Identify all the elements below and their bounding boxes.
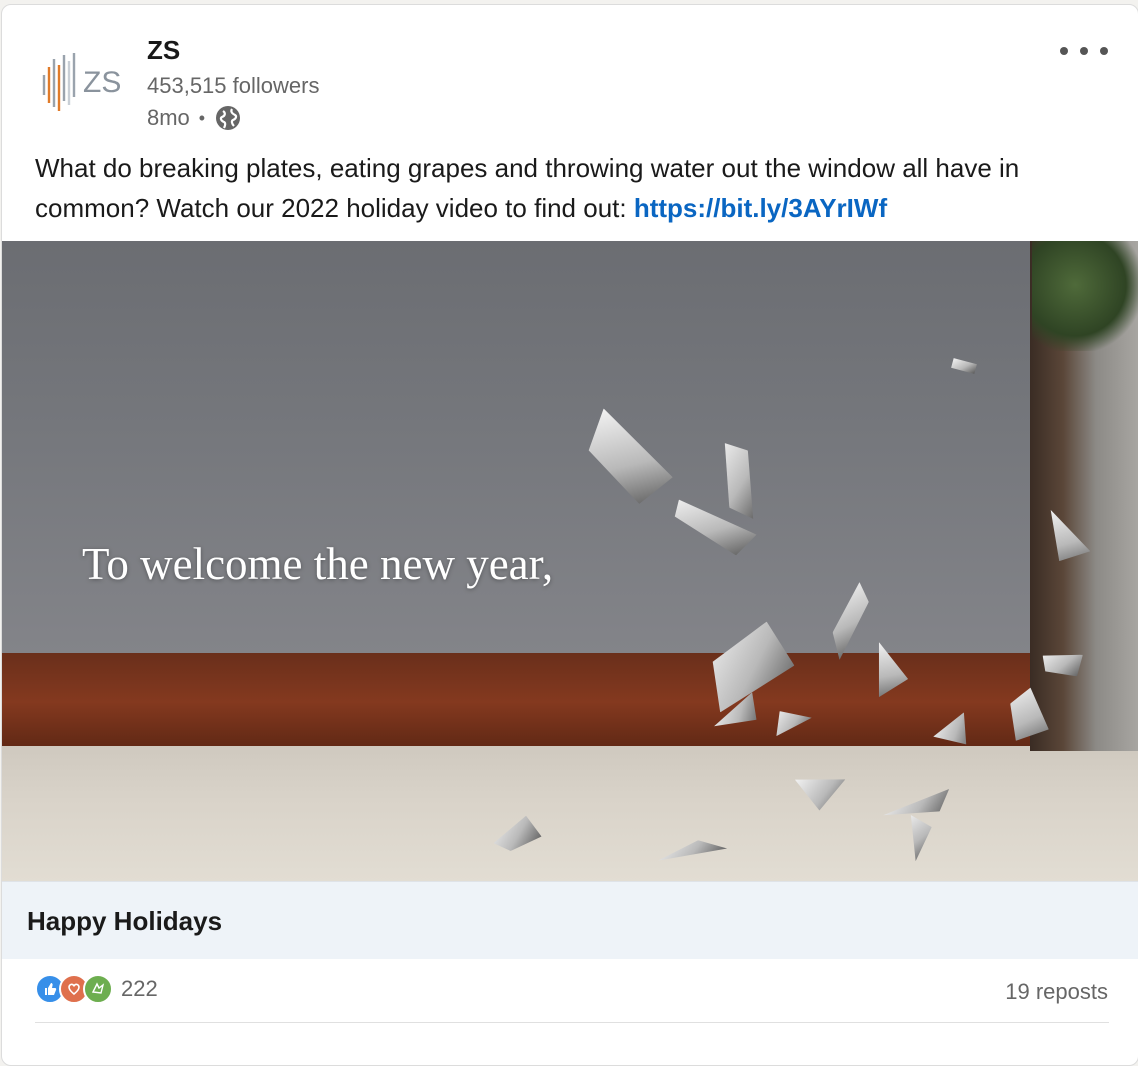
reaction-count[interactable]: 222 <box>121 976 158 1002</box>
video-title: Happy Holidays <box>27 906 223 936</box>
more-dot-icon <box>1060 47 1068 55</box>
reactions-summary[interactable]: 222 <box>35 974 158 1004</box>
video-foliage <box>1032 241 1138 351</box>
more-options-button[interactable] <box>1060 41 1108 61</box>
video-title-bar[interactable]: Happy Holidays <box>2 881 1138 959</box>
more-dot-icon <box>1080 47 1088 55</box>
post-body: What do breaking plates, eating grapes a… <box>35 148 1115 228</box>
support-reaction-icon <box>83 974 113 1004</box>
company-logo[interactable]: ZS <box>40 47 126 113</box>
post-link[interactable]: https://bit.ly/3AYrIWf <box>634 193 887 223</box>
video-player[interactable]: To welcome the new year, <box>2 241 1138 881</box>
video-ground <box>2 746 1138 881</box>
video-caption: To welcome the new year, <box>82 539 554 589</box>
video-wall-stripe <box>2 653 1032 751</box>
more-dot-icon <box>1100 47 1108 55</box>
globe-icon <box>214 104 242 132</box>
social-divider <box>35 1022 1109 1023</box>
post-time: 8mo <box>147 105 190 130</box>
meta-separator: • <box>198 107 206 128</box>
company-name[interactable]: ZS <box>147 35 180 66</box>
reaction-icons <box>35 974 113 1004</box>
logo-text: ZS <box>83 66 121 99</box>
post-meta: 8mo • <box>147 104 242 132</box>
reposts-count[interactable]: 19 reposts <box>1005 979 1108 1005</box>
follower-count: 453,515 followers <box>147 73 320 98</box>
video-wall <box>2 241 1032 653</box>
post-card: ZS ZS 453,515 followers 8mo • What do br… <box>1 4 1138 1066</box>
